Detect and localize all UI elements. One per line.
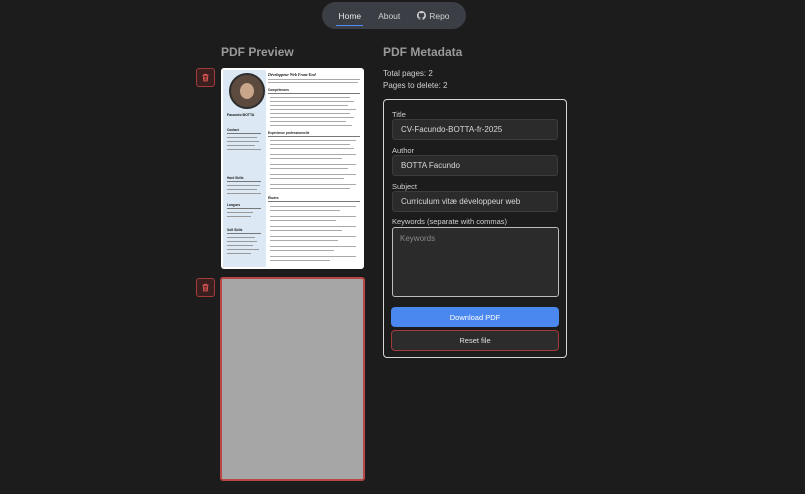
reset-file-button[interactable]: Reset file [391,330,559,351]
trash-icon [202,283,209,292]
cv-sidebar: Facundo BOTTA Contact Hard Skills Langue… [223,70,266,267]
nav-about[interactable]: About [376,9,402,23]
total-pages-text: Total pages: 2 [383,69,433,78]
subject-label: Subject [392,182,418,191]
preview-title: PDF Preview [221,45,294,59]
cv-section-heading: Compétences [268,88,289,92]
top-nav: Home About Repo [322,2,466,29]
pages-to-delete-text: Pages to delete: 2 [383,81,448,90]
cv-name: Facundo BOTTA [227,113,255,117]
cv-section-heading: Contact [227,128,239,132]
cv-section-heading: Études [268,196,279,200]
nav-repo[interactable]: Repo [415,9,451,23]
cv-section-heading: Expérience professionnelle [268,131,310,135]
github-icon [417,11,427,20]
metadata-title: PDF Metadata [383,45,463,59]
nav-about-label: About [378,10,401,21]
trash-icon [202,73,209,82]
cv-section-heading: Hard Skills [227,176,244,180]
keywords-textarea[interactable]: Keywords [392,227,559,297]
nav-home-label: Home [338,10,362,21]
cv-photo [229,73,265,109]
delete-page-2-button[interactable] [196,278,215,297]
metadata-form: Title CV-Facundo-BOTTA-fr-2025 Author BO… [383,99,567,358]
download-pdf-button[interactable]: Download PDF [391,307,559,327]
title-input[interactable]: CV-Facundo-BOTTA-fr-2025 [392,119,558,140]
delete-page-1-button[interactable] [196,68,215,87]
pdf-page-2-thumbnail[interactable] [220,277,365,481]
pdf-page-1-thumbnail[interactable]: Facundo BOTTA Contact Hard Skills Langue… [221,68,364,269]
keywords-label: Keywords (separate with commas) [392,217,508,226]
author-input[interactable]: BOTTA Facundo [392,155,558,176]
cv-section-heading: Langues [227,203,241,207]
nav-repo-label: Repo [429,10,450,21]
subject-input[interactable]: Curriculum vitæ développeur web [392,191,558,212]
nav-home[interactable]: Home [336,9,363,26]
cv-section-heading: Soft Skills [227,228,243,232]
cv-job-title: Développeur Web Front-End [268,72,316,77]
title-label: Title [392,110,406,119]
author-label: Author [392,146,415,155]
